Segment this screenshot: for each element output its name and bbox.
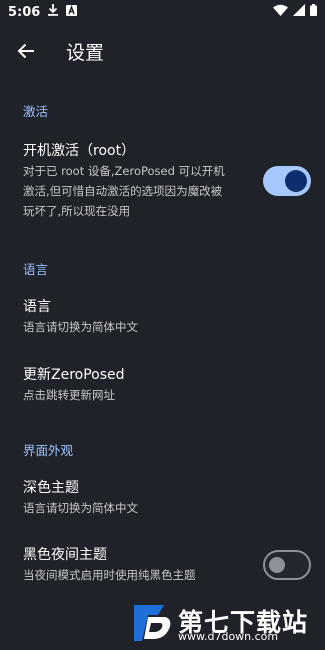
status-time: 5:06	[8, 4, 41, 20]
setting-update[interactable]: 更新ZeroPosed 点击跳转更新网址	[23, 365, 253, 405]
boot-activation-toggle[interactable]	[263, 166, 311, 196]
setting-black-night-theme[interactable]: 黑色夜间主题 当夜间模式启用时使用纯黑色主题	[23, 545, 253, 585]
setting-subtitle: 语言请切换为简体中文	[23, 501, 138, 515]
setting-subtitle: 对于已 root 设备,ZeroPosed 可以开机 激活,但可惜自动激活的选项…	[23, 164, 225, 218]
notification-a-icon	[66, 4, 78, 20]
toggle-thumb	[269, 557, 285, 573]
setting-boot-activation[interactable]: 开机激活（root） 对于已 root 设备,ZeroPosed 可以开机 激活…	[23, 141, 253, 221]
site-watermark: 第七下载站 www.d7down.com	[128, 599, 318, 644]
signal-icon	[293, 4, 305, 20]
setting-subtitle: 当夜间模式启用时使用纯黑色主题	[23, 568, 196, 582]
section-header-activation: 激活	[23, 104, 49, 119]
page-title: 设置	[66, 41, 105, 64]
download-icon	[48, 4, 59, 20]
setting-dark-theme[interactable]: 深色主题 语言请切换为简体中文	[23, 478, 253, 518]
setting-title: 语言	[23, 299, 51, 315]
setting-title: 开机激活（root）	[23, 143, 136, 159]
black-night-theme-toggle[interactable]	[263, 550, 311, 580]
setting-title: 更新ZeroPosed	[23, 367, 125, 383]
setting-language[interactable]: 语言 语言请切换为简体中文	[23, 297, 253, 337]
toggle-thumb	[285, 170, 307, 192]
section-header-language: 语言	[23, 262, 49, 277]
battery-icon	[310, 4, 317, 20]
watermark-url: www.d7down.com	[178, 630, 279, 643]
watermark-logo-icon	[134, 605, 171, 641]
app-bar: 设置	[0, 24, 325, 78]
setting-title: 黑色夜间主题	[23, 547, 107, 563]
back-button[interactable]	[2, 27, 50, 75]
status-bar: 5:06	[0, 0, 325, 24]
section-header-appearance: 界面外观	[23, 443, 74, 458]
arrow-back-icon	[17, 43, 34, 59]
setting-title: 深色主题	[23, 480, 79, 496]
setting-subtitle: 语言请切换为简体中文	[23, 320, 138, 334]
setting-subtitle: 点击跳转更新网址	[23, 388, 115, 402]
wifi-icon	[273, 4, 288, 20]
